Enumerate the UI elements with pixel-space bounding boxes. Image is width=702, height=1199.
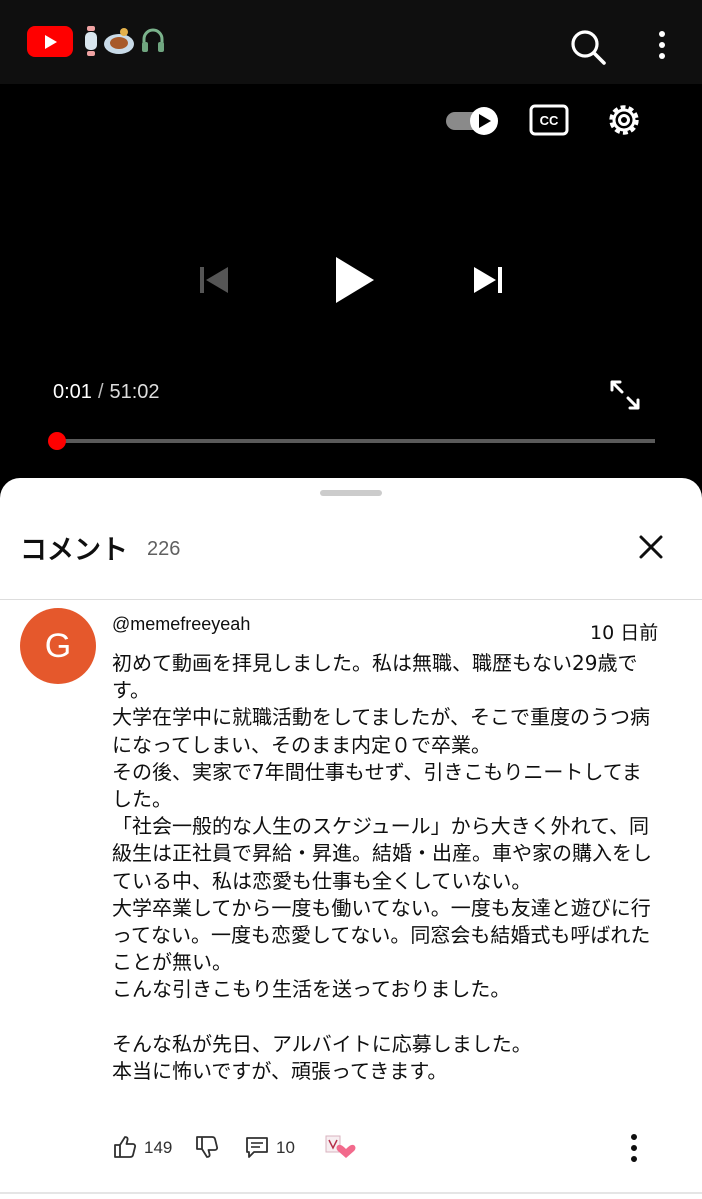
autoplay-toggle[interactable] <box>444 104 502 138</box>
drag-handle[interactable] <box>320 490 382 496</box>
playback-time: 0:01/51:02 <box>53 381 160 404</box>
comment-more-options-icon[interactable] <box>626 1132 642 1164</box>
previous-video-icon[interactable] <box>198 264 232 296</box>
creator-heart-icon <box>325 1135 356 1158</box>
comments-panel: コメント 226 G @memefreeyeah 10 日前 初めて動画を拝見し… <box>0 478 702 1199</box>
youtube-logo-icon[interactable] <box>27 26 73 57</box>
teapot-icon <box>104 28 134 54</box>
current-time: 0:01 <box>53 381 92 403</box>
comment-text: 初めて動画を拝見しました。私は無職、職歴もない29歳です。 大学在学中に就職活動… <box>112 651 652 1084</box>
headphones-icon <box>142 28 164 52</box>
comments-count: 226 <box>147 538 181 560</box>
dislike-icon[interactable] <box>194 1134 220 1160</box>
svg-text:CC: CC <box>540 113 559 128</box>
comments-title: コメント <box>20 535 128 566</box>
settings-gear-icon[interactable] <box>604 100 644 140</box>
more-options-icon[interactable] <box>650 28 674 62</box>
like-count: 149 <box>144 1138 173 1157</box>
avatar[interactable]: G <box>20 608 96 684</box>
progress-bar[interactable] <box>55 439 655 443</box>
search-icon[interactable] <box>568 27 608 67</box>
captions-icon[interactable]: CC <box>529 104 569 136</box>
divider <box>0 1192 702 1194</box>
play-icon[interactable] <box>330 254 378 306</box>
time-separator: / <box>97 381 104 403</box>
video-duration: 51:02 <box>109 381 160 403</box>
comment-date: 10 日前 <box>590 622 659 644</box>
progress-scrubber-handle[interactable] <box>48 432 66 450</box>
reply-icon[interactable] <box>244 1134 270 1160</box>
divider <box>0 599 702 600</box>
comment-author[interactable]: @memefreeyeah <box>112 614 250 635</box>
rolling-pin-icon <box>85 26 97 56</box>
top-app-bar <box>0 0 702 84</box>
reply-count: 10 <box>276 1138 295 1157</box>
comment-actions: 149 10 <box>112 1130 682 1166</box>
close-icon[interactable] <box>636 532 666 562</box>
next-video-icon[interactable] <box>470 264 504 296</box>
like-icon[interactable] <box>112 1134 138 1160</box>
fullscreen-icon[interactable] <box>608 378 642 412</box>
